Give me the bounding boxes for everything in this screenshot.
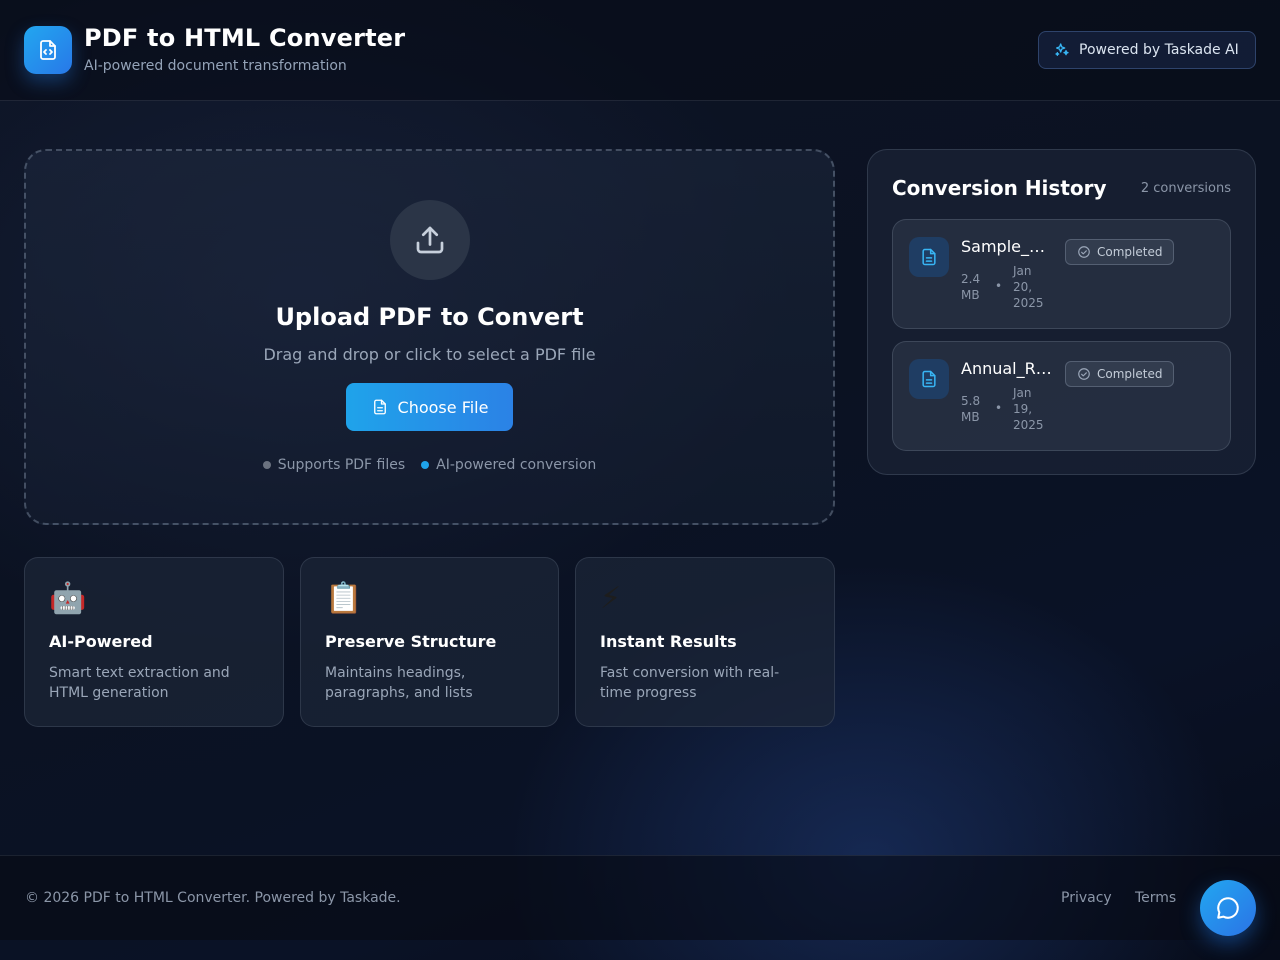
history-title: Conversion History: [892, 176, 1107, 200]
history-item[interactable]: Sample_… 2.4 MB • Jan 20, 2025 Completed: [892, 219, 1231, 329]
terms-link[interactable]: Terms: [1135, 890, 1176, 906]
check-circle-icon: [1077, 245, 1091, 259]
feature-description: Fast conversion with real-time progress: [600, 665, 780, 701]
choose-file-label: Choose File: [397, 397, 489, 417]
tag-label: AI-powered conversion: [436, 457, 597, 473]
feature-description: Maintains headings, paragraphs, and list…: [325, 665, 473, 701]
choose-file-button[interactable]: Choose File: [346, 383, 513, 431]
powered-by-label: Powered by Taskade AI: [1079, 42, 1239, 58]
copyright-text: © 2026 PDF to HTML Converter. Powered by…: [25, 890, 401, 906]
clipboard-icon: 📋: [325, 581, 363, 616]
app-subtitle: AI-powered document transformation: [84, 58, 347, 74]
document-icon: [371, 398, 389, 416]
feature-title: Preserve Structure: [325, 632, 497, 651]
tag-dot-blue: [421, 461, 430, 469]
check-circle-icon: [1077, 367, 1091, 381]
sparkles-icon: [1054, 42, 1070, 58]
feature-card-preserve-structure: 📋 Preserve Structure Maintains headings,…: [300, 557, 559, 727]
tag-ai-powered: AI-powered conversion: [421, 457, 596, 473]
app-header: PDF to HTML Converter AI-powered documen…: [0, 0, 1280, 101]
app-title: PDF to HTML Converter: [84, 24, 406, 52]
tag-label: Supports PDF files: [277, 457, 406, 473]
status-badge: Completed: [1065, 239, 1174, 265]
powered-by-button[interactable]: Powered by Taskade AI: [1038, 31, 1256, 69]
meta-separator: •: [995, 401, 1003, 415]
tag-dot-gray: [262, 461, 271, 469]
pdf-file-icon: [909, 359, 949, 399]
status-label: Completed: [1097, 367, 1163, 381]
file-size: 5.8 MB: [961, 394, 981, 424]
upload-title: Upload PDF to Convert: [275, 303, 584, 331]
privacy-link[interactable]: Privacy: [1061, 890, 1112, 906]
file-size: 2.4 MB: [961, 272, 981, 302]
app-footer: © 2026 PDF to HTML Converter. Powered by…: [0, 855, 1280, 940]
file-date: Jan 19, 2025: [1013, 386, 1044, 432]
robot-icon: 🤖: [49, 581, 87, 616]
conversion-history-panel: Conversion History 2 conversions Sample_…: [867, 149, 1256, 475]
upload-tags: Supports PDF files AI-powered conversion: [26, 457, 833, 473]
feature-description: Smart text extraction and HTML generatio…: [49, 665, 230, 701]
file-name: Sample_…: [961, 237, 1045, 256]
chat-button[interactable]: [1200, 880, 1256, 936]
file-code-icon: [24, 26, 72, 74]
feature-title: AI-Powered: [49, 632, 153, 651]
feature-card-instant-results: ⚡ Instant Results Fast conversion with r…: [575, 557, 835, 727]
status-label: Completed: [1097, 245, 1163, 259]
file-name: Annual_R…: [961, 359, 1052, 378]
upload-dropzone[interactable]: Upload PDF to Convert Drag and drop or c…: [24, 149, 835, 525]
history-item[interactable]: Annual_R… 5.8 MB • Jan 19, 2025 Complete…: [892, 341, 1231, 451]
pdf-file-icon: [909, 237, 949, 277]
upload-description: Drag and drop or click to select a PDF f…: [263, 345, 596, 364]
history-count: 2 conversions: [1140, 181, 1231, 196]
file-date: Jan 20, 2025: [1013, 264, 1044, 310]
chat-bubble-icon: [1215, 895, 1241, 921]
feature-card-ai-powered: 🤖 AI-Powered Smart text extraction and H…: [24, 557, 284, 727]
tag-supports-pdf: Supports PDF files: [262, 457, 406, 473]
feature-title: Instant Results: [600, 632, 737, 651]
meta-separator: •: [995, 279, 1003, 293]
lightning-icon: ⚡: [600, 581, 622, 616]
status-badge: Completed: [1065, 361, 1174, 387]
upload-icon: [390, 200, 470, 280]
